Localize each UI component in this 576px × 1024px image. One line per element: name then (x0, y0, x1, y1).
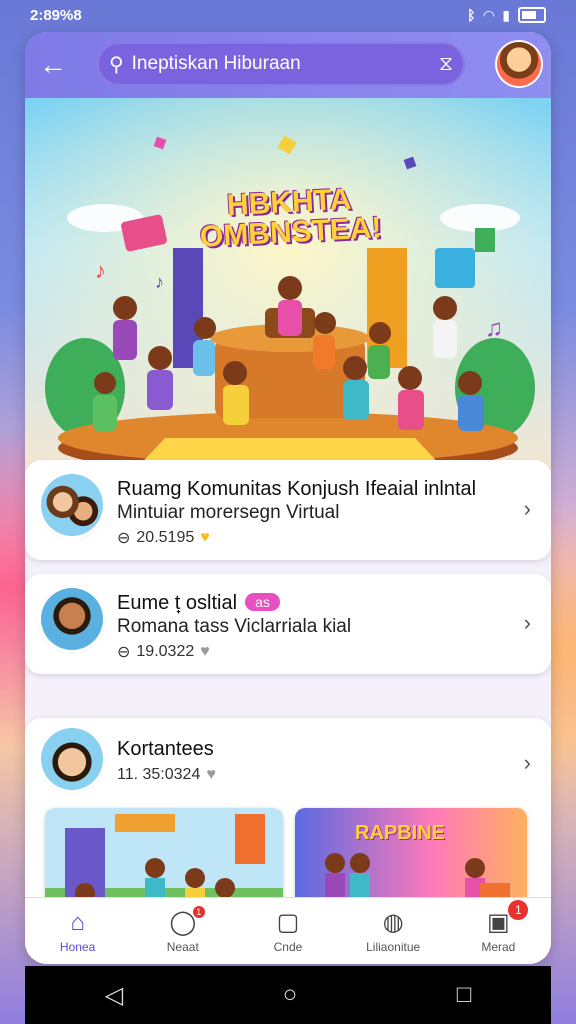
svg-text:♪: ♪ (155, 272, 164, 292)
signal-icon: ▮ (502, 6, 510, 23)
clear-search-icon[interactable]: ⧖ (439, 53, 453, 76)
svg-text:♫: ♫ (485, 315, 503, 342)
hero-illustration: ♪ ♫ ♪ (25, 98, 551, 470)
nav-chat[interactable]: ◯ 1 Neaat (133, 906, 233, 954)
members-icon: ⊖ (117, 644, 131, 661)
card-member-count: 11. 35:0324 (117, 766, 201, 783)
nav-create[interactable]: ▢ Cnde (238, 908, 338, 954)
search-query[interactable]: Ineptiskan Hiburaan (132, 53, 439, 75)
hero-title: HBKHTA OMBNSTEA! (164, 181, 417, 254)
hero-banner[interactable]: ♪ ♫ ♪ HBKHTA OMBNSTEA! (25, 98, 551, 470)
user-avatar (41, 728, 103, 790)
nav-messages[interactable]: ◍ Liliaonitue (343, 908, 443, 954)
card-meta: 11. 35:0324 ♥ (117, 766, 216, 784)
user-avatar (41, 588, 103, 650)
card-subtitle: Romana tass Viclarriala kial (117, 616, 352, 637)
home-circle-icon[interactable]: ○ (283, 981, 298, 1009)
status-icons: ᛒ ◠ ▮ (467, 7, 546, 24)
community-card-1[interactable]: Ruamg Komunitas Konjush Ifeaial inlntal … (25, 460, 551, 560)
notification-badge: 1 (192, 906, 205, 918)
card-member-count: 19.0322 (136, 643, 195, 660)
nav-label: Merad (481, 940, 516, 954)
recents-square-icon[interactable]: □ (457, 981, 472, 1009)
search-icon: ⚲ (109, 53, 124, 76)
profile-icon: ▣ (487, 909, 510, 936)
members-icon: ⊖ (117, 530, 131, 547)
card-subtitle: Mintuiar morersegn Virtual (117, 502, 340, 523)
card-title: Ruamg Komunitas Konjush Ifeaial inlntal (117, 478, 477, 500)
nav-profile[interactable]: ▣ 1 Merad (448, 900, 548, 954)
top-bar: ← ⚲ Ineptiskan Hiburaan ⧖ (25, 32, 551, 98)
card-member-count: 20.5195 (136, 529, 195, 546)
card-meta: ⊖ 20.5195 ♥ (117, 528, 210, 548)
status-badge: as (245, 593, 280, 611)
profile-avatar[interactable] (497, 42, 541, 86)
search-input[interactable]: ⚲ Ineptiskan Hiburaan ⧖ (97, 42, 465, 86)
nav-label: Liliaonitue (366, 940, 421, 954)
back-arrow-icon: ← (39, 49, 67, 80)
heart-icon: ♥ (206, 766, 216, 783)
card-title: Eume t̟ osltial as (117, 592, 280, 615)
square-icon: ▢ (276, 909, 300, 936)
card-meta: ⊖ 19.0322 ♥ (117, 642, 210, 662)
wifi-icon: ◠ (483, 6, 495, 23)
heart-icon: ♥ (200, 643, 210, 660)
thumbnail-2-label: RAPBINE (355, 822, 446, 844)
svg-text:♪: ♪ (95, 258, 106, 283)
chevron-right-icon[interactable]: › (524, 496, 531, 522)
status-time: 2:89%8 (30, 6, 82, 24)
status-bar: 2:89%8 ᛒ ◠ ▮ (0, 0, 576, 30)
app-window: ← ⚲ Ineptiskan Hiburaan ⧖ ♪ ♫ ♪ HBKHTA O… (25, 32, 551, 964)
bluetooth-icon: ᛒ (467, 7, 476, 23)
nav-label: Honea (59, 940, 96, 954)
heart-icon: ♥ (200, 529, 210, 546)
chevron-right-icon[interactable]: › (524, 750, 531, 776)
chevron-right-icon[interactable]: › (524, 610, 531, 636)
back-button[interactable]: ← (25, 35, 81, 95)
bottom-navigation: ⌂ Honea ◯ 1 Neaat ▢ Cnde ◍ Liliaonitue ▣… (25, 897, 551, 964)
community-card-2[interactable]: Eume t̟ osltial as Romana tass Viclarrial… (25, 574, 551, 674)
system-navigation-bar: ◁ ○ □ (25, 966, 551, 1024)
nav-home[interactable]: ⌂ Honea (28, 908, 128, 954)
message-icon: ◍ (382, 909, 404, 936)
group-avatar (41, 474, 103, 536)
nav-label: Neaat (166, 940, 199, 954)
card-title: Kortantees (117, 738, 214, 760)
battery-icon (518, 7, 546, 23)
back-triangle-icon[interactable]: ◁ (105, 981, 123, 1010)
card-title-text: Eume t̟ osltial (117, 592, 238, 614)
notification-badge: 1 (508, 900, 529, 920)
home-icon: ⌂ (70, 909, 85, 936)
nav-label: Cnde (273, 940, 303, 954)
